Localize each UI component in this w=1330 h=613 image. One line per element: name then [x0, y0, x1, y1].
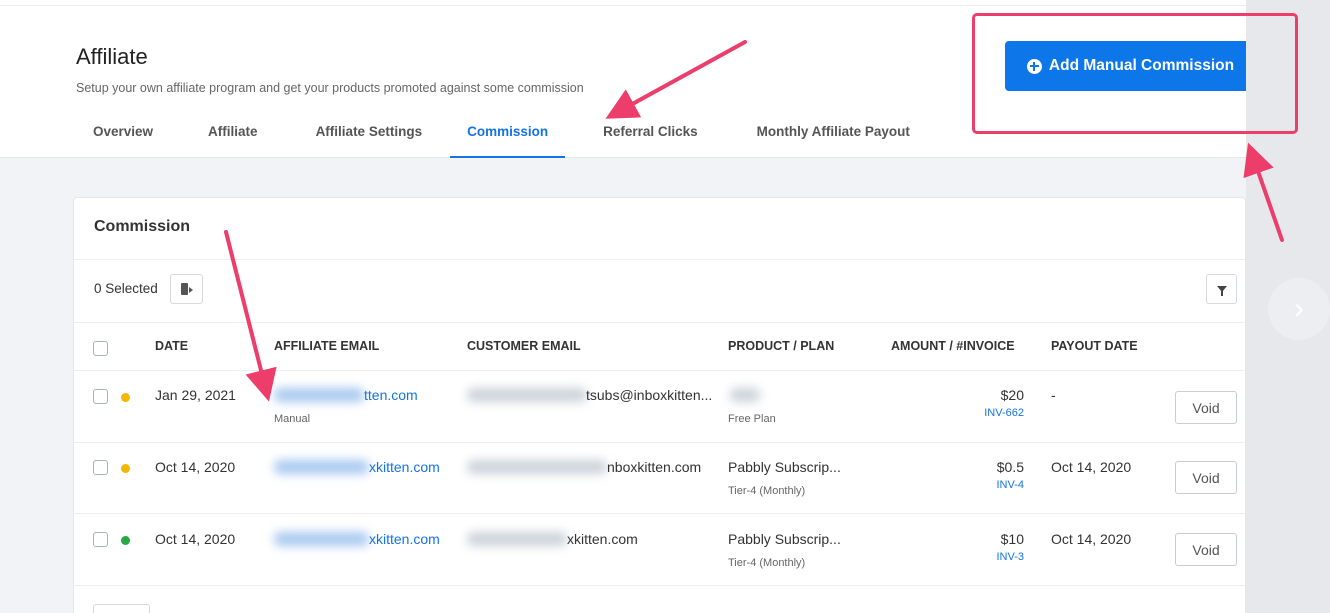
tab-monthly-affiliate-payout[interactable]: Monthly Affiliate Payout	[727, 110, 927, 158]
product-plan: Tier-4 (Monthly)	[728, 485, 806, 497]
column-header-affiliate-email[interactable]: AFFILIATE EMAIL	[274, 339, 379, 353]
divider	[74, 322, 1245, 323]
divider	[74, 259, 1245, 260]
column-header-customer-email[interactable]: CUSTOMER EMAIL	[467, 339, 581, 353]
redacted-email	[274, 460, 369, 474]
chevron-right-icon[interactable]: ›	[1268, 278, 1330, 340]
affiliate-source: Manual	[274, 413, 311, 425]
redacted-email	[467, 460, 607, 474]
status-dot	[121, 393, 130, 402]
redacted-email	[467, 532, 567, 546]
column-header-date[interactable]: DATE	[155, 339, 188, 353]
product-plan: Free Plan	[728, 413, 776, 425]
invoice-link[interactable]: INV-4	[954, 479, 1024, 491]
product-name: Pabbly Subscrip...	[728, 531, 841, 547]
payout-date: Oct 14, 2020	[1051, 459, 1132, 475]
filter-icon	[1216, 286, 1227, 296]
row-checkbox[interactable]	[93, 389, 108, 404]
export-button[interactable]	[170, 274, 203, 304]
page-title: Affiliate	[76, 44, 148, 69]
selected-count: 0 Selected	[94, 281, 158, 296]
row-date: Jan 29, 2021	[155, 387, 236, 403]
affiliate-email-link[interactable]: tten.com	[364, 387, 418, 403]
amount: $0.5	[996, 459, 1024, 475]
affiliate-email-link[interactable]: xkitten.com	[369, 459, 440, 475]
row-checkbox[interactable]	[93, 532, 108, 547]
payout-date: Oct 14, 2020	[1051, 531, 1132, 547]
divider	[74, 585, 1245, 586]
divider	[74, 513, 1245, 514]
redacted-email	[274, 388, 364, 402]
filter-button[interactable]	[1206, 274, 1237, 304]
invoice-link[interactable]: INV-3	[954, 551, 1024, 563]
column-header-product-plan[interactable]: PRODUCT / PLAN	[728, 339, 834, 353]
product-name: Pabbly Subscrip...	[728, 459, 841, 475]
customer-email: tsubs@inboxkitten...	[586, 387, 713, 403]
commission-card: Commission 0 Selected DATE AFFILIATE EMA…	[73, 197, 1246, 613]
tab-commission[interactable]: Commission	[450, 110, 566, 158]
top-strip	[0, 0, 1246, 6]
divider	[74, 370, 1245, 371]
row-checkbox[interactable]	[93, 460, 108, 475]
row-date: Oct 14, 2020	[155, 459, 236, 475]
select-all-checkbox[interactable]	[93, 341, 108, 356]
void-button[interactable]: Void	[1175, 391, 1237, 424]
product-plan: Tier-4 (Monthly)	[728, 557, 806, 569]
pagination-button[interactable]	[93, 604, 150, 613]
redacted-product	[730, 388, 760, 402]
tab-affiliate-settings[interactable]: Affiliate Settings	[286, 110, 446, 158]
tab-overview[interactable]: Overview	[76, 110, 170, 158]
card-title: Commission	[94, 218, 191, 235]
annotation-highlight-box	[972, 13, 1298, 134]
column-header-payout-date[interactable]: PAYOUT DATE	[1051, 339, 1138, 353]
affiliate-email-link[interactable]: xkitten.com	[369, 531, 440, 547]
void-button[interactable]: Void	[1175, 533, 1237, 566]
redacted-email	[274, 532, 369, 546]
divider	[74, 442, 1245, 443]
column-header-amount-invoice[interactable]: AMOUNT / #INVOICE	[891, 339, 1015, 353]
status-dot	[121, 536, 130, 545]
amount: $10	[1000, 531, 1024, 547]
void-button[interactable]: Void	[1175, 461, 1237, 494]
tab-bar: Overview Affiliate Affiliate Settings Co…	[76, 110, 927, 158]
customer-email: nboxkitten.com	[607, 459, 702, 475]
tab-referral-clicks[interactable]: Referral Clicks	[565, 110, 727, 158]
page-subtitle: Setup your own affiliate program and get…	[76, 81, 584, 95]
status-dot	[121, 464, 130, 473]
redacted-email	[467, 388, 587, 402]
payout-date: -	[1051, 387, 1056, 403]
customer-email: xkitten.com	[567, 531, 638, 547]
amount: $20	[1000, 387, 1024, 403]
export-icon	[181, 283, 193, 295]
invoice-link[interactable]: INV-662	[954, 407, 1024, 419]
tab-affiliate[interactable]: Affiliate	[170, 110, 286, 158]
row-date: Oct 14, 2020	[155, 531, 236, 547]
